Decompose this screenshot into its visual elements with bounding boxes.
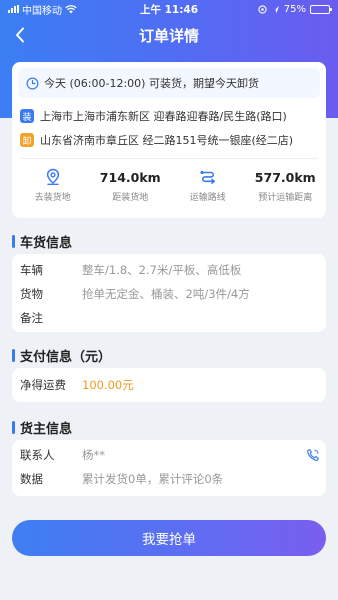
load-badge: 装 xyxy=(20,109,34,123)
info-row: 数据 累计发货0单，累计评论0条 xyxy=(12,467,326,491)
shipper-stats: 累计发货0单，累计评论0条 xyxy=(82,472,224,486)
info-row: 联系人 杨** xyxy=(12,443,326,467)
stat-value: 714.0km xyxy=(99,169,161,185)
section-title-text: 支付信息（元） xyxy=(20,350,112,365)
payment-card: 净得运费 100.00元 xyxy=(12,368,326,402)
phone-icon[interactable] xyxy=(306,448,320,462)
stat-transport-distance: 577.0km 预计运输距离 xyxy=(247,167,325,204)
section-title-text: 车货信息 xyxy=(20,236,73,251)
status-time: 上午 11:46 xyxy=(139,3,199,16)
info-label: 备注 xyxy=(20,311,43,325)
info-label: 货物 xyxy=(20,287,43,301)
location-pin-icon xyxy=(46,168,59,185)
stat-label: 预计运输距离 xyxy=(258,193,313,203)
order-summary-card: 今天 (06:00-12:00) 可装货，期望今天卸货 装 上海市上海市浦东新区… xyxy=(12,62,326,218)
stat-label: 去装货地 xyxy=(34,193,71,203)
section-title-text: 货主信息 xyxy=(20,422,73,437)
time-window-row: 今天 (06:00-12:00) 可装货，期望今天卸货 xyxy=(18,68,320,98)
section-accent-bar xyxy=(12,349,15,362)
payment-section-title: 支付信息（元） xyxy=(12,346,111,365)
nav-bar: 订单详情 xyxy=(0,22,338,48)
freight-amount: 100.00元 xyxy=(82,378,134,392)
cargo-section-title: 车货信息 xyxy=(12,232,72,251)
unload-address-row: 卸 山东省济南市章丘区 经二路151号统一银座(经二店) xyxy=(12,130,326,150)
info-row: 车辆 整车/1.8、2.7米/平板、高低板 xyxy=(12,258,326,282)
info-label: 数据 xyxy=(20,472,43,486)
wifi-icon xyxy=(65,4,77,13)
page-title: 订单详情 xyxy=(138,26,199,45)
stat-route[interactable]: 运输路线 xyxy=(169,167,247,203)
carrier-label: 中国移动 xyxy=(22,5,62,17)
stat-value: 577.0km xyxy=(254,169,316,185)
stat-go-to-loading[interactable]: 去装货地 xyxy=(14,167,92,203)
info-row: 净得运费 100.00元 xyxy=(12,373,326,397)
stat-distance-to-loading: 714.0km 距装货地 xyxy=(92,167,170,204)
signal-icon xyxy=(8,5,19,13)
info-label: 联系人 xyxy=(20,448,55,462)
time-window-text: 今天 (06:00-12:00) 可装货，期望今天卸货 xyxy=(44,77,259,90)
grab-order-button[interactable]: 我要抢单 xyxy=(12,520,326,556)
cargo-card: 车辆 整车/1.8、2.7米/平板、高低板 货物 抢单无定金、桶装、2吨/3件/… xyxy=(12,254,326,332)
status-bar: 中国移动 上午 11:46 75% xyxy=(0,0,338,18)
battery-percent: 75% xyxy=(283,3,306,15)
shipper-section-title: 货主信息 xyxy=(12,418,72,437)
info-row: 货物 抢单无定金、桶装、2吨/3件/4方 xyxy=(12,282,326,306)
route-stats: 去装货地 714.0km 距装货地 运输路线 577.0km 预计运输距离 xyxy=(12,159,326,203)
unload-address: 山东省济南市章丘区 经二路151号统一银座(经二店) xyxy=(40,134,294,147)
back-button[interactable] xyxy=(10,24,30,46)
load-address: 上海市上海市浦东新区 迎春路迎春路/民生路(路口) xyxy=(40,110,287,123)
load-address-row: 装 上海市上海市浦东新区 迎春路迎春路/民生路(路口) xyxy=(12,106,326,126)
contact-name: 杨** xyxy=(82,448,105,462)
info-row: 备注 xyxy=(12,306,326,330)
unload-badge: 卸 xyxy=(20,133,34,147)
alarm-icon xyxy=(271,5,279,13)
info-label: 车辆 xyxy=(20,263,43,277)
clock-icon xyxy=(26,77,39,89)
battery-icon xyxy=(310,4,332,14)
section-accent-bar xyxy=(12,235,15,248)
info-value: 整车/1.8、2.7米/平板、高低板 xyxy=(82,263,242,277)
chevron-left-icon xyxy=(16,27,24,43)
info-value: 抢单无定金、桶装、2吨/3件/4方 xyxy=(82,287,250,301)
route-icon xyxy=(200,170,215,184)
info-label: 净得运费 xyxy=(20,378,66,392)
stat-label: 距装货地 xyxy=(112,193,149,203)
location-icon xyxy=(258,4,267,14)
shipper-card: 联系人 杨** 数据 累计发货0单，累计评论0条 xyxy=(12,440,326,496)
stat-label: 运输路线 xyxy=(189,193,226,203)
section-accent-bar xyxy=(12,421,15,434)
